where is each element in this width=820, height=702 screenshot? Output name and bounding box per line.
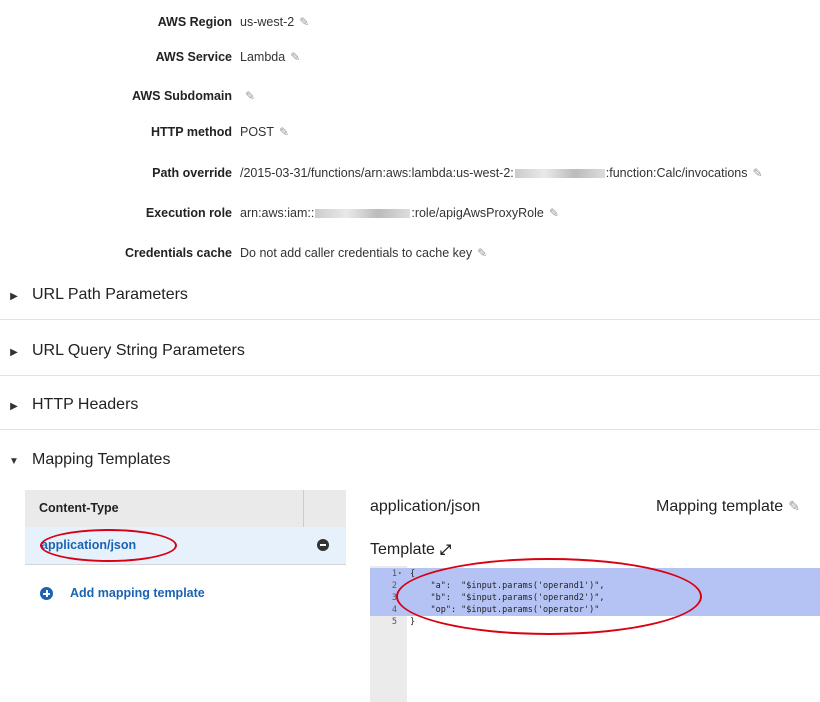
- property-label: Execution role: [145, 206, 232, 220]
- property-value-wrap: Lambda ✎: [240, 47, 300, 67]
- property-label: AWS Region: [157, 15, 232, 29]
- property-row-credentials-cache: Credentials cache: [0, 243, 232, 263]
- triangle-right-icon: ▶: [10, 291, 18, 302]
- triangle-right-icon: ▶: [10, 347, 18, 358]
- expand-arrows-icon[interactable]: ⤢: [440, 541, 451, 558]
- property-value-suffix: :role/apigAwsProxyRole: [411, 206, 544, 220]
- property-label: AWS Service: [155, 50, 232, 64]
- property-value-wrap: arn:aws:iam:::role/apigAwsProxyRole ✎: [240, 203, 559, 223]
- property-value: Do not add caller credentials to cache k…: [240, 246, 473, 260]
- content-type-header: Content-Type: [25, 490, 346, 528]
- line-number: 2: [391, 581, 397, 591]
- section-http-headers[interactable]: ▶ HTTP Headers: [0, 381, 820, 430]
- section-url-query-string-parameters[interactable]: ▶ URL Query String Parameters: [0, 327, 820, 376]
- section-title: URL Query String Parameters: [32, 342, 245, 359]
- pencil-icon[interactable]: ✎: [299, 12, 309, 32]
- property-row-http-method: HTTP method: [0, 122, 232, 142]
- property-row-execution-role: Execution role: [0, 203, 232, 223]
- code-text: }: [410, 617, 416, 627]
- annotation-circle: [396, 558, 702, 635]
- mapping-template-heading: Mapping template ✎: [656, 498, 800, 516]
- line-number: 5: [391, 617, 397, 627]
- property-value: Lambda: [240, 50, 286, 64]
- property-label: HTTP method: [150, 125, 232, 139]
- section-title: Mapping Templates: [32, 451, 171, 468]
- property-value: POST: [240, 125, 275, 139]
- content-type-table: Content-Type application/json: [25, 490, 346, 575]
- property-value-wrap: ✎: [240, 86, 255, 106]
- property-value: us-west-2: [240, 15, 295, 29]
- property-value-wrap: Do not add caller credentials to cache k…: [240, 243, 487, 263]
- column-divider: [303, 490, 304, 527]
- property-value-wrap: /2015-03-31/functions/arn:aws:lambda:us-…: [240, 163, 763, 183]
- property-value-wrap: POST ✎: [240, 122, 289, 142]
- property-label: AWS Subdomain: [132, 89, 232, 103]
- line-number: 3: [391, 593, 397, 603]
- line-number: 1: [391, 569, 397, 579]
- line-number: 4: [391, 605, 397, 615]
- property-row-service: AWS Service: [0, 47, 232, 67]
- annotation-circle: [40, 529, 177, 562]
- property-label: Path override: [152, 166, 232, 180]
- section-url-path-parameters[interactable]: ▶ URL Path Parameters: [0, 271, 820, 320]
- pencil-icon[interactable]: ✎: [753, 163, 763, 183]
- pencil-icon[interactable]: ✎: [290, 47, 300, 67]
- template-heading: Template ⤢: [370, 541, 451, 559]
- selected-content-type-title: application/json: [370, 498, 481, 515]
- property-value-prefix: /2015-03-31/functions/arn:aws:lambda:us-…: [240, 166, 514, 180]
- pencil-icon[interactable]: ✎: [279, 122, 289, 142]
- property-label: Credentials cache: [125, 246, 232, 260]
- section-mapping-templates[interactable]: ▼ Mapping Templates: [0, 436, 820, 484]
- template-label: Template: [370, 541, 435, 558]
- pencil-icon[interactable]: ✎: [477, 243, 487, 263]
- mapping-template-label: Mapping template: [656, 498, 784, 515]
- section-title: URL Path Parameters: [32, 286, 188, 303]
- content-type-header-label: Content-Type: [39, 501, 119, 515]
- plus-circle-icon: [40, 587, 53, 600]
- redacted-account-id: [514, 169, 605, 179]
- property-row-region: AWS Region: [0, 12, 232, 32]
- redacted-account-id: [315, 209, 411, 219]
- property-value-suffix: :function:Calc/invocations: [605, 166, 748, 180]
- triangle-right-icon: ▶: [10, 401, 18, 412]
- section-title: HTTP Headers: [32, 396, 139, 413]
- property-row-path-override: Path override: [0, 163, 232, 183]
- content-type-row[interactable]: application/json: [25, 527, 346, 565]
- property-value-wrap: us-west-2 ✎: [240, 12, 309, 32]
- property-row-subdomain: AWS Subdomain: [0, 86, 232, 106]
- pencil-icon[interactable]: ✎: [788, 498, 800, 515]
- add-mapping-template-label: Add mapping template: [70, 586, 205, 600]
- pencil-icon[interactable]: ✎: [549, 203, 559, 223]
- pencil-icon[interactable]: ✎: [245, 86, 255, 106]
- fold-arrow-icon[interactable]: ▾: [398, 568, 402, 580]
- triangle-down-icon: ▼: [9, 456, 19, 467]
- minus-circle-icon[interactable]: [317, 539, 329, 551]
- property-value-prefix: arn:aws:iam::: [240, 206, 315, 220]
